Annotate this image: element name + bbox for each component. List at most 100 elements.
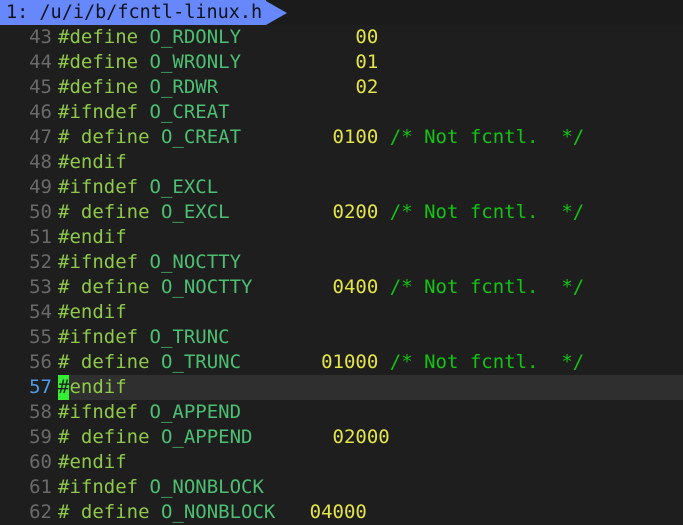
line-text: #endif: [58, 300, 683, 325]
line-text: # define O_NOCTTY 0400 /* Not fcntl. */: [58, 275, 683, 300]
line-text: #ifndef O_TRUNC: [58, 325, 683, 350]
code-token: 01000: [321, 351, 379, 373]
line-number: 45: [29, 76, 52, 98]
line-text: #ifndef O_APPEND: [58, 400, 683, 425]
line-text: #define O_RDWR 02: [58, 75, 683, 100]
code-token: O_APPEND: [149, 401, 242, 423]
line-number: 46: [29, 101, 52, 123]
code-line[interactable]: 48 #endif: [0, 150, 683, 175]
code-token: #endif: [58, 151, 127, 173]
line-text: #ifndef O_CREAT: [58, 100, 683, 125]
code-token: O_NOCTTY: [160, 276, 253, 298]
code-token: 0200: [332, 201, 379, 223]
code-token: O_RDONLY: [149, 26, 242, 48]
line-number: 49: [29, 176, 52, 198]
code-token: #ifndef: [58, 476, 150, 498]
code-line[interactable]: 59 # define O_APPEND 02000: [0, 425, 683, 450]
line-number: 50: [29, 201, 52, 223]
code-token: O_APPEND: [160, 426, 253, 448]
code-token: 02: [355, 76, 379, 98]
code-token: O_CREAT: [149, 101, 230, 123]
code-token: 04000: [309, 501, 367, 523]
code-line[interactable]: 56 # define O_TRUNC 01000 /* Not fcntl. *…: [0, 350, 683, 375]
line-text: #ifndef O_NOCTTY: [58, 250, 683, 275]
code-line[interactable]: 45 #define O_RDWR 02: [0, 75, 683, 100]
line-number: 51: [29, 226, 52, 248]
code-token: #ifndef: [58, 251, 150, 273]
line-number: 55: [29, 326, 52, 348]
code-line[interactable]: 51 #endif: [0, 225, 683, 250]
code-token: #ifndef: [58, 101, 150, 123]
code-token: 0400: [332, 276, 379, 298]
code-line[interactable]: 55 #ifndef O_TRUNC: [0, 325, 683, 350]
code-line[interactable]: 54 #endif: [0, 300, 683, 325]
code-token: #endif: [58, 226, 127, 248]
line-text: #endif: [58, 150, 683, 175]
code-token: #ifndef: [58, 176, 150, 198]
code-token: #ifndef: [58, 326, 150, 348]
code-token: endif: [69, 376, 127, 398]
code-token: # define: [58, 276, 161, 298]
code-line[interactable]: 49 #ifndef O_EXCL: [0, 175, 683, 200]
tab-body[interactable]: 1: /u/i/b/fcntl-linux.h: [0, 0, 267, 25]
code-line[interactable]: 46 #ifndef O_CREAT: [0, 100, 683, 125]
code-line[interactable]: 62 # define O_NONBLOCK 04000: [0, 500, 683, 525]
code-token: #define: [58, 26, 150, 48]
code-token: #define: [58, 76, 150, 98]
code-token: O_NONBLOCK: [160, 501, 276, 523]
code-line[interactable]: 43 #define O_RDONLY 00: [0, 25, 683, 50]
code-token: O_RDWR: [149, 76, 219, 98]
line-number: 60: [29, 451, 52, 473]
line-number: 53: [29, 276, 52, 298]
line-number: 52: [29, 251, 52, 273]
line-number: 57: [29, 376, 52, 398]
code-token: # define: [58, 501, 161, 523]
line-text: # define O_NONBLOCK 04000: [58, 500, 683, 525]
code-line[interactable]: 50 # define O_EXCL 0200 /* Not fcntl. */: [0, 200, 683, 225]
line-number: 56: [29, 351, 52, 373]
code-line[interactable]: 47 # define O_CREAT 0100 /* Not fcntl. */: [0, 125, 683, 150]
code-line[interactable]: 57 #endif: [0, 375, 683, 400]
line-number: 59: [29, 426, 52, 448]
code-token: 02000: [332, 426, 390, 448]
line-number: 61: [29, 476, 52, 498]
code-token: O_EXCL: [149, 176, 219, 198]
code-token: #endif: [58, 301, 127, 323]
code-token: O_NOCTTY: [149, 251, 242, 273]
code-token: /* Not fcntl. */: [389, 126, 585, 148]
code-token: #ifndef: [58, 401, 150, 423]
line-text: #endif: [58, 375, 683, 400]
line-text: # define O_APPEND 02000: [58, 425, 683, 450]
line-number: 43: [29, 26, 52, 48]
code-buffer[interactable]: 43 #define O_RDONLY 00 44 #define O_WRONLY …: [0, 25, 683, 525]
tab-active[interactable]: 1: /u/i/b/fcntl-linux.h: [0, 0, 288, 25]
code-token: O_TRUNC: [149, 326, 230, 348]
code-line[interactable]: 60 #endif: [0, 450, 683, 475]
code-token: # define: [58, 126, 161, 148]
code-line[interactable]: 53 # define O_NOCTTY 0400 /* Not fcntl. *…: [0, 275, 683, 300]
code-token: /* Not fcntl. */: [389, 351, 585, 373]
line-text: # define O_CREAT 0100 /* Not fcntl. */: [58, 125, 683, 150]
code-line[interactable]: 61 #ifndef O_NONBLOCK: [0, 475, 683, 500]
code-token: O_WRONLY: [149, 51, 242, 73]
code-line[interactable]: 52 #ifndef O_NOCTTY: [0, 250, 683, 275]
line-number: 58: [29, 401, 52, 423]
line-text: #define O_WRONLY 01: [58, 50, 683, 75]
code-line[interactable]: 58 #ifndef O_APPEND: [0, 400, 683, 425]
code-line[interactable]: 44 #define O_WRONLY 01: [0, 50, 683, 75]
vim-editor-window: 1: /u/i/b/fcntl-linux.h 43 #define O_RDON…: [0, 0, 683, 525]
tab-arrow-icon: [266, 0, 288, 25]
code-token: O_CREAT: [160, 126, 242, 148]
line-text: #ifndef O_EXCL: [58, 175, 683, 200]
line-number: 54: [29, 301, 52, 323]
line-text: #endif: [58, 225, 683, 250]
code-token: #define: [58, 51, 150, 73]
